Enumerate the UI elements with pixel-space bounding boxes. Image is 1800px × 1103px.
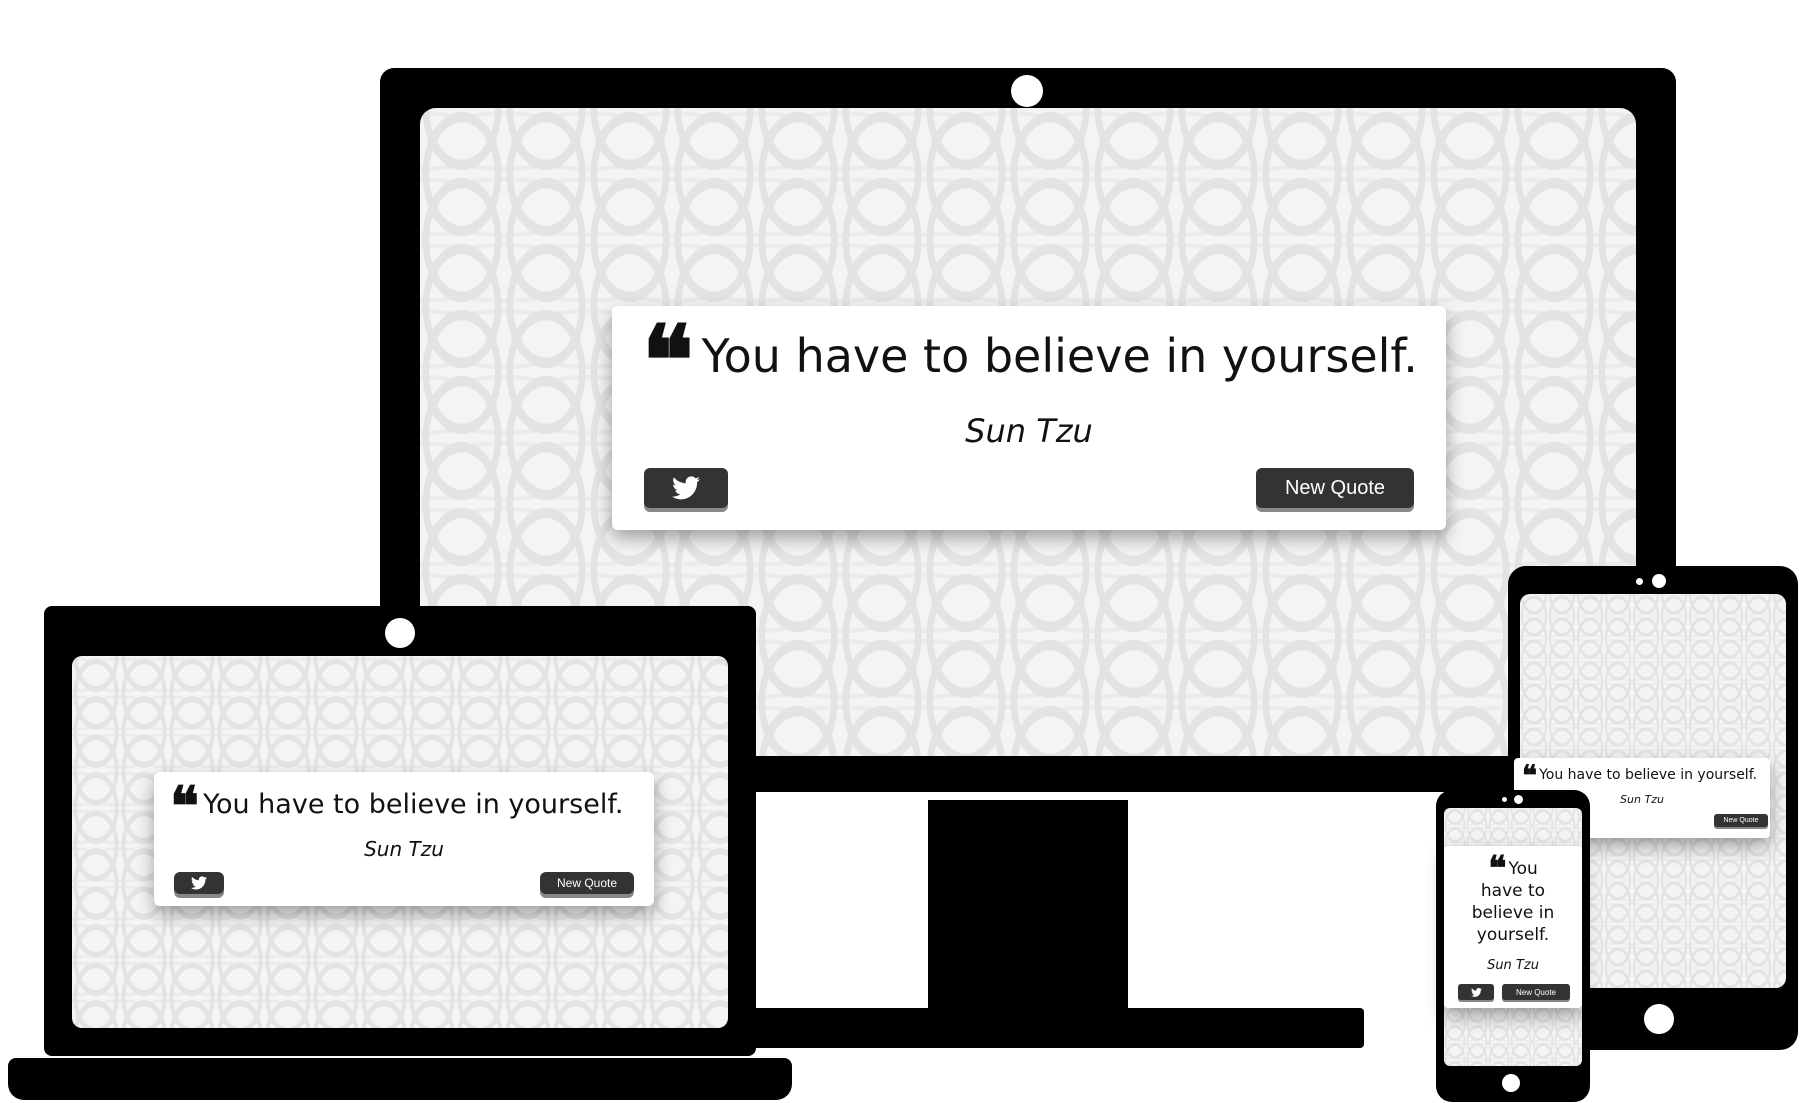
phone-camera	[1514, 795, 1523, 804]
quote-mark-icon: ❝	[1522, 759, 1538, 792]
quote-author: Sun Tzu	[364, 837, 444, 861]
quote-text-part: You	[1508, 859, 1538, 879]
quote-text: You have to believe in yourself.	[701, 329, 1418, 383]
quote-mark-icon: ❝	[1488, 849, 1507, 889]
quote-line-desktop: ❝ You have to believe in yourself.	[642, 304, 1418, 417]
quote-author: Sun Tzu	[1487, 958, 1539, 973]
quote-line-phone-2: have to	[1480, 881, 1546, 901]
quote-line-tablet: ❝ You have to believe in yourself.	[1522, 759, 1758, 792]
quote-line-phone-1: ❝ You	[1444, 849, 1582, 889]
new-quote-button[interactable]: New Quote	[1502, 984, 1570, 1000]
tweet-button[interactable]	[174, 872, 224, 894]
phone-home-button	[1502, 1074, 1520, 1092]
monitor-stand-base	[740, 1008, 1364, 1048]
phone-sensor	[1502, 797, 1507, 802]
quote-line-phone-4: yourself.	[1476, 925, 1550, 945]
quote-text: You have to believe in yourself.	[203, 789, 624, 820]
quote-mark-icon: ❝	[642, 304, 694, 417]
quote-author: Sun Tzu	[965, 412, 1093, 450]
monitor-stand-neck	[928, 800, 1128, 1012]
tablet-home-button	[1644, 1004, 1674, 1034]
quote-card-laptop: ❝ You have to believe in yourself. Sun Tz…	[154, 772, 654, 906]
tweet-button[interactable]	[1458, 984, 1494, 1000]
quote-block-phone: ❝ You have to believe in yourself.	[1444, 849, 1582, 946]
quote-card-phone: ❝ You have to believe in yourself. Sun Tz…	[1444, 846, 1582, 1008]
tablet-camera	[1652, 574, 1666, 588]
tweet-button[interactable]	[644, 468, 728, 508]
monitor-camera	[1011, 75, 1043, 107]
quote-text: You have to believe in yourself.	[1539, 767, 1758, 783]
new-quote-button[interactable]: New Quote	[540, 872, 634, 894]
twitter-icon	[191, 876, 207, 890]
tablet-sensor	[1636, 578, 1643, 585]
quote-line-phone-3: believe in	[1471, 903, 1555, 923]
quote-mark-icon: ❝	[170, 774, 200, 838]
new-quote-button[interactable]: New Quote	[1714, 814, 1768, 827]
laptop-camera	[385, 618, 415, 648]
twitter-icon	[672, 476, 700, 500]
twitter-icon	[1470, 987, 1482, 997]
quote-line-laptop: ❝ You have to believe in yourself.	[170, 774, 624, 838]
quote-card-desktop: ❝ You have to believe in yourself. Sun Tz…	[612, 306, 1446, 530]
new-quote-button[interactable]: New Quote	[1256, 468, 1414, 508]
laptop-base	[8, 1058, 792, 1100]
